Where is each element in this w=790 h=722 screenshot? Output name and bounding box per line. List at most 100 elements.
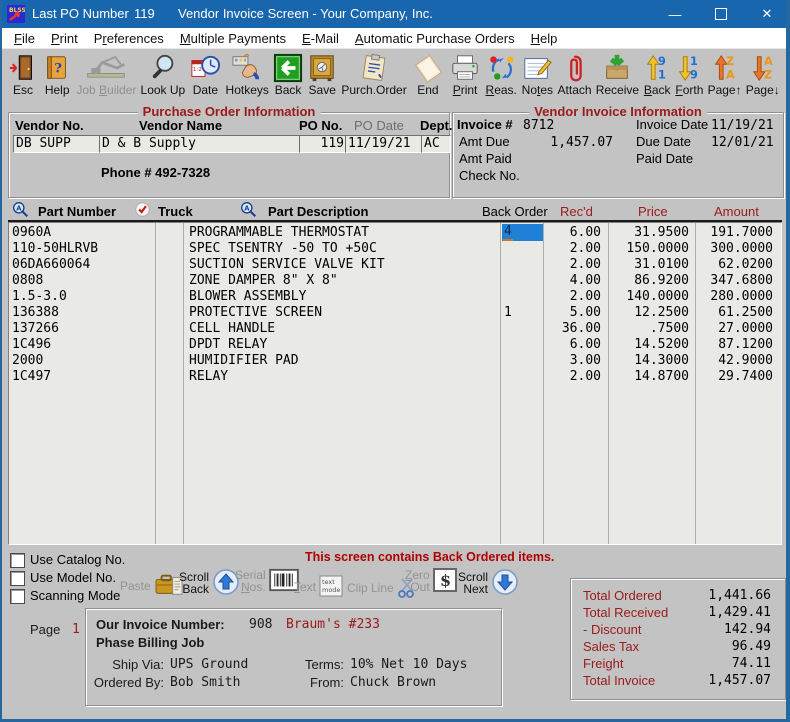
grid-row[interactable]: 136388 PROTECTIVE SCREEN 1 5.00 12.2500 … xyxy=(9,305,781,321)
menu-multiple-payments[interactable]: Multiple Payments xyxy=(172,31,294,46)
svg-text:1: 1 xyxy=(658,68,666,81)
scroll-back-button[interactable]: Scroll Back xyxy=(179,568,240,598)
grid-row[interactable]: 1C497 RELAY 2.00 14.8700 29.7400 xyxy=(9,369,781,385)
toolbar-end-button[interactable]: End xyxy=(411,52,445,96)
menu-print[interactable]: Print xyxy=(43,31,86,46)
amount-cell: 347.6800 xyxy=(710,273,773,288)
part-description-lookup-icon[interactable]: A xyxy=(240,201,257,221)
dept-field[interactable]: AC xyxy=(421,135,451,153)
invoice-date-label: Invoice Date xyxy=(636,117,709,132)
toolbar-notes-button[interactable]: Notes xyxy=(521,52,553,96)
grid-row[interactable]: 137266 CELL HANDLE 36.00 .7500 27.0000 xyxy=(9,321,781,337)
amount-cell: 300.0000 xyxy=(710,241,773,256)
grid-row[interactable]: 06DA660064 SUCTION SERVICE VALVE KIT 2.0… xyxy=(9,257,781,273)
use-model-no-checkbox[interactable] xyxy=(10,571,25,586)
toolbar-record-back-button[interactable]: 91 Back xyxy=(643,52,671,96)
grid-row[interactable]: 0808 ZONE DAMPER 8" X 8" 4.00 86.9200 34… xyxy=(9,273,781,289)
toolbar-record-forth-button[interactable]: 19 Forth xyxy=(675,52,703,96)
toolbar-print-button[interactable]: Print xyxy=(449,52,481,96)
part-number-lookup-icon[interactable]: A xyxy=(12,201,29,221)
toolbar-job-builder-button[interactable]: Job Builder xyxy=(76,52,136,96)
ship-via-label: Ship Via: xyxy=(112,657,164,672)
totals-panel: Total Ordered 1,441.66 Total Received 1,… xyxy=(570,578,786,700)
last-po-number-value: 119 xyxy=(134,6,155,21)
terms-value: 10% Net 10 Days xyxy=(350,657,468,672)
amount-cell: 191.7000 xyxy=(710,225,773,240)
keyboard-hand-icon xyxy=(230,52,264,84)
price-cell: 150.0000 xyxy=(626,241,689,256)
toolbar-purchase-order-button[interactable]: Purch.Order xyxy=(341,52,407,96)
grid-header: A Part Number Truck A Part Description B… xyxy=(8,202,782,220)
toolbar-reassign-button[interactable]: Reas. xyxy=(485,52,517,96)
toolbar-page-up-button[interactable]: ZA Page↑ xyxy=(708,52,742,96)
close-button[interactable]: ✕ xyxy=(744,0,790,28)
grid-row[interactable]: 110-50HLRVB SPEC TSENTRY -50 TO +50C 2.0… xyxy=(9,241,781,257)
recd-cell: 6.00 xyxy=(569,337,601,352)
menu-file[interactable]: File xyxy=(6,31,43,46)
toolbar-save-label: Save xyxy=(308,83,336,97)
calendar-clock-icon: 1:2 xyxy=(189,52,221,84)
purchase-order-info-title: Purchase Order Information xyxy=(137,104,321,119)
grid-row[interactable]: 0960A PROGRAMMABLE THERMOSTAT 4 6.00 31.… xyxy=(9,224,781,241)
amt-paid-label: Amt Paid xyxy=(459,151,512,166)
back-order-header: Back Order xyxy=(482,204,548,219)
back-ordered-message: This screen contains Back Ordered items. xyxy=(305,550,555,564)
recd-cell: 3.00 xyxy=(569,353,601,368)
part-description-header: Part Description xyxy=(268,204,369,219)
line-items-grid[interactable]: 0960A PROGRAMMABLE THERMOSTAT 4 6.00 31.… xyxy=(8,222,782,545)
toolbar-job-builder-label: Job Builder xyxy=(76,83,137,97)
amount-cell: 62.0200 xyxy=(718,257,773,272)
toolbar-page-down-button[interactable]: AZ Page↓ xyxy=(746,52,780,96)
phase-billing-job-label: Phase Billing Job xyxy=(96,635,205,650)
invoice-summary-panel: Our Invoice Number: 908 Braum's #233 Pha… xyxy=(85,608,502,706)
menu-email[interactable]: E-Mail xyxy=(294,31,347,46)
menu-automatic-purchase-orders[interactable]: Automatic Purchase Orders xyxy=(347,31,523,46)
text-button[interactable]: Text text mode xyxy=(294,575,343,599)
price-cell: .7500 xyxy=(649,321,689,336)
titlebar[interactable]: BLSS Last PO Number 119 Vendor Invoice S… xyxy=(0,0,790,28)
minimize-button[interactable]: — xyxy=(652,0,698,28)
grid-row[interactable]: 2000 HUMIDIFIER PAD 3.00 14.3000 42.9000 xyxy=(9,353,781,369)
toolbar-hotkeys-button[interactable]: Hotkeys xyxy=(226,52,269,96)
serial-nos-label: Serial Nos. xyxy=(235,568,266,594)
ship-via-value: UPS Ground xyxy=(170,657,249,672)
amt-due-value: 1,457.07 xyxy=(550,135,613,150)
scroll-next-button[interactable]: Scroll Next xyxy=(458,568,519,598)
sales-tax-label: Sales Tax xyxy=(583,639,640,654)
paste-button[interactable]: Paste xyxy=(120,572,184,600)
total-invoice-label: Total Invoice xyxy=(583,673,656,688)
truck-check-icon[interactable] xyxy=(134,201,151,221)
menu-help[interactable]: Help xyxy=(523,31,566,46)
toolbar-save-button[interactable]: Save xyxy=(307,52,337,96)
toolbar-notes-label: Notes xyxy=(521,83,554,97)
vendor-name-field[interactable]: D & B Supply xyxy=(99,135,301,153)
toolbar-help-label: Help xyxy=(44,83,70,97)
po-no-field[interactable]: 119 xyxy=(299,135,347,153)
toolbar-end-label: End xyxy=(417,83,439,97)
recd-header: Rec'd xyxy=(560,204,593,219)
page-label: Page xyxy=(30,622,61,637)
desc-cell: BLOWER ASSEMBLY xyxy=(189,289,307,304)
toolbar-help-button[interactable]: ? Help xyxy=(42,52,72,96)
serial-nos-button[interactable]: Serial Nos. xyxy=(235,568,299,594)
svg-text:mode: mode xyxy=(322,586,340,594)
toolbar-back-button[interactable]: Back xyxy=(273,52,303,96)
door-exit-icon xyxy=(8,52,38,84)
vendor-no-field[interactable]: DB SUPP xyxy=(13,135,101,153)
due-date-value: 12/01/21 xyxy=(711,135,774,150)
toolbar-attach-button[interactable]: Attach xyxy=(558,52,592,96)
maximize-button[interactable] xyxy=(698,0,744,28)
grid-row[interactable]: 1C496 DPDT RELAY 6.00 14.5200 87.1200 xyxy=(9,337,781,353)
toolbar-receive-button[interactable]: Receive xyxy=(596,52,639,96)
po-date-field[interactable]: 11/19/21 xyxy=(345,135,423,153)
toolbar-date-button[interactable]: 1:2 Date xyxy=(189,52,221,96)
scanning-mode-checkbox[interactable] xyxy=(10,589,25,604)
menu-preferences[interactable]: Preferences xyxy=(86,31,172,46)
toolbar-look-up-button[interactable]: Look Up xyxy=(141,52,185,96)
zero-out-label: Zero Out xyxy=(405,568,430,594)
zero-out-button[interactable]: Zero Out $ xyxy=(405,568,457,594)
recd-cell: 2.00 xyxy=(569,289,601,304)
toolbar-esc-button[interactable]: Esc xyxy=(8,52,38,96)
use-catalog-no-checkbox[interactable] xyxy=(10,553,25,568)
grid-row[interactable]: 1.5-3.0 BLOWER ASSEMBLY 2.00 140.0000 28… xyxy=(9,289,781,305)
